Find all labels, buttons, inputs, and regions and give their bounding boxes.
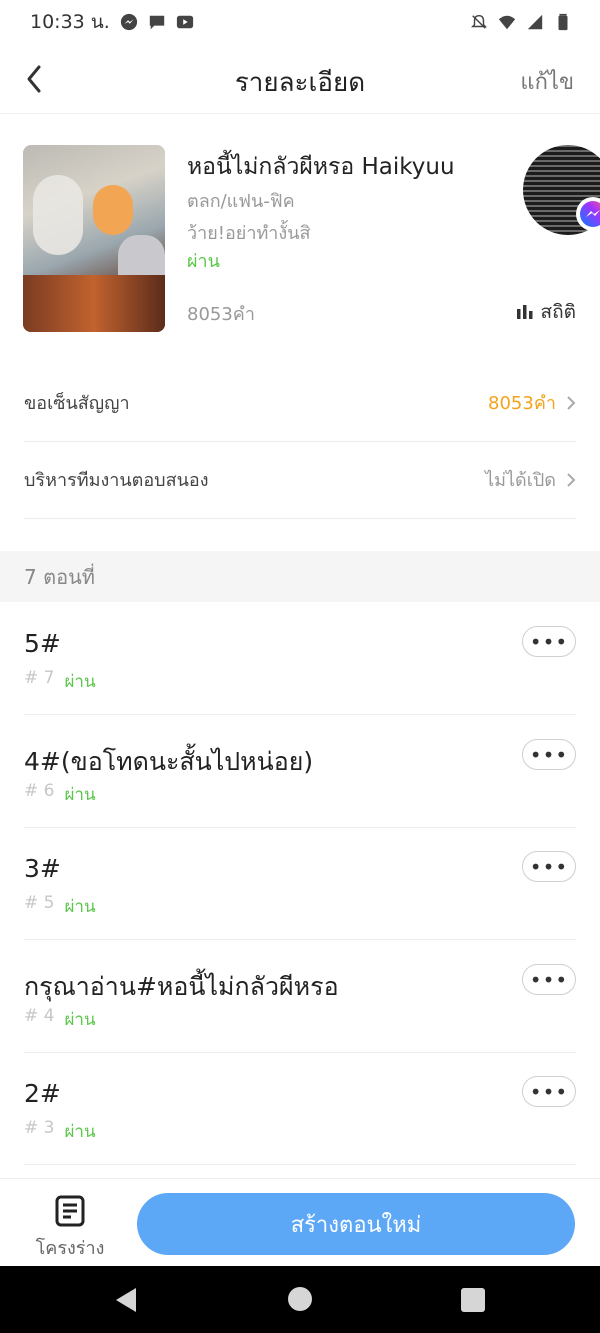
status-bar: 10:33 น.	[0, 0, 600, 44]
chapter-title: 3#	[24, 854, 61, 883]
cover-food	[23, 275, 165, 332]
book-status: ผ่าน	[187, 251, 220, 272]
book-info: หอนี้ไม่กลัวผีหรอ Haikyuu ตลก/แฟน-ฟิค ว้…	[0, 114, 600, 354]
outline-document-icon	[55, 1195, 85, 1227]
wifi-icon	[498, 15, 516, 30]
message-notification-icon	[149, 15, 165, 30]
chevron-right-icon	[567, 472, 576, 487]
chapters-section-header: 7 ตอนที่	[0, 551, 600, 602]
messenger-bubble[interactable]	[576, 197, 600, 231]
contract-label: ขอเซ็นสัญญา	[24, 393, 130, 414]
chapter-item[interactable]: 3# # 5 ผ่าน •••	[24, 827, 576, 940]
messenger-icon	[580, 201, 600, 227]
chapter-item[interactable]: 2# # 3 ผ่าน •••	[24, 1052, 576, 1165]
youtube-notification-icon	[176, 15, 193, 29]
cover-figure-2	[93, 185, 133, 235]
cover-figure-1	[33, 175, 83, 255]
chapter-number: # 7	[24, 668, 55, 688]
chapter-item[interactable]: 4#(ขอโทดนะสั้นไปหน่อย) # 6 ผ่าน •••	[24, 715, 576, 828]
create-chapter-button[interactable]: สร้างตอนใหม่	[137, 1193, 575, 1255]
chapter-status: ผ่าน	[64, 1010, 96, 1030]
nav-recents-icon[interactable]	[461, 1288, 485, 1312]
nav-back-icon[interactable]	[114, 1287, 138, 1313]
chapter-title: กรุณาอ่าน#หอนี้ไม่กลัวผีหรอ	[24, 972, 339, 1001]
team-response-label: บริหารทีมงานตอบสนอง	[24, 470, 209, 491]
page-title: รายละเอียด	[234, 68, 366, 98]
status-time: 10:33 น.	[30, 11, 110, 33]
outline-label: โครงร่าง	[35, 1238, 105, 1259]
chapter-title: 5#	[24, 629, 61, 658]
chevron-right-icon	[567, 395, 576, 410]
chapter-number: # 5	[24, 893, 55, 913]
chapter-number: # 3	[24, 1118, 55, 1138]
more-options-button[interactable]: •••	[522, 964, 576, 995]
messenger-notification-icon	[120, 13, 137, 31]
stats-button[interactable]: สถิติ	[516, 297, 576, 327]
more-options-button[interactable]: •••	[522, 1076, 576, 1107]
bar-chart-icon	[516, 305, 533, 319]
app-header: รายละเอียด แก้ไข	[0, 44, 600, 114]
chapter-item[interactable]: กรุณาอ่าน#หอนี้ไม่กลัวผีหรอ # 4 ผ่าน •••	[24, 940, 576, 1053]
team-response-value: ไม่ได้เปิด	[485, 470, 556, 491]
book-genre: ตลก/แฟน-ฟิค	[187, 191, 295, 212]
chapter-item[interactable]: 5# # 7 ผ่าน •••	[24, 602, 576, 715]
bottom-action-bar: โครงร่าง สร้างตอนใหม่	[0, 1178, 600, 1266]
chapter-status: ผ่าน	[64, 785, 96, 805]
chapters-count: 7 ตอนที่	[24, 564, 95, 589]
chapter-number: # 4	[24, 1006, 55, 1026]
chapter-title: 2#	[24, 1079, 61, 1108]
nav-home-icon[interactable]	[288, 1287, 312, 1311]
chapter-title: 4#(ขอโทดนะสั้นไปหน่อย)	[24, 747, 314, 776]
battery-icon	[558, 13, 568, 31]
more-options-button[interactable]: •••	[522, 739, 576, 770]
team-response-row[interactable]: บริหารทีมงานตอบสนอง ไม่ได้เปิด	[24, 441, 576, 519]
chapter-status: ผ่าน	[64, 672, 96, 692]
book-word-count: 8053คำ	[187, 304, 255, 325]
book-subtitle: ว้าย!อย่าทำงั้นสิ	[187, 223, 311, 244]
signal-icon	[527, 14, 543, 30]
outline-button[interactable]: โครงร่าง	[30, 1195, 110, 1262]
contract-value: 8053คำ	[488, 393, 556, 414]
book-cover-image[interactable]	[23, 145, 165, 332]
status-left: 10:33 น.	[30, 7, 194, 37]
status-right	[470, 13, 572, 31]
system-nav-bar	[0, 1266, 600, 1333]
more-options-button[interactable]: •••	[522, 851, 576, 882]
chapter-status: ผ่าน	[64, 897, 96, 917]
edit-button[interactable]: แก้ไข	[520, 64, 574, 99]
chapter-status: ผ่าน	[64, 1122, 96, 1142]
stats-label: สถิติ	[540, 301, 576, 323]
contract-row[interactable]: ขอเซ็นสัญญา 8053คำ	[24, 364, 576, 442]
chapter-number: # 6	[24, 781, 55, 801]
more-options-button[interactable]: •••	[522, 626, 576, 657]
muted-bell-icon	[470, 14, 488, 29]
book-title: หอนี้ไม่กลัวผีหรอ Haikyuu	[187, 154, 455, 180]
